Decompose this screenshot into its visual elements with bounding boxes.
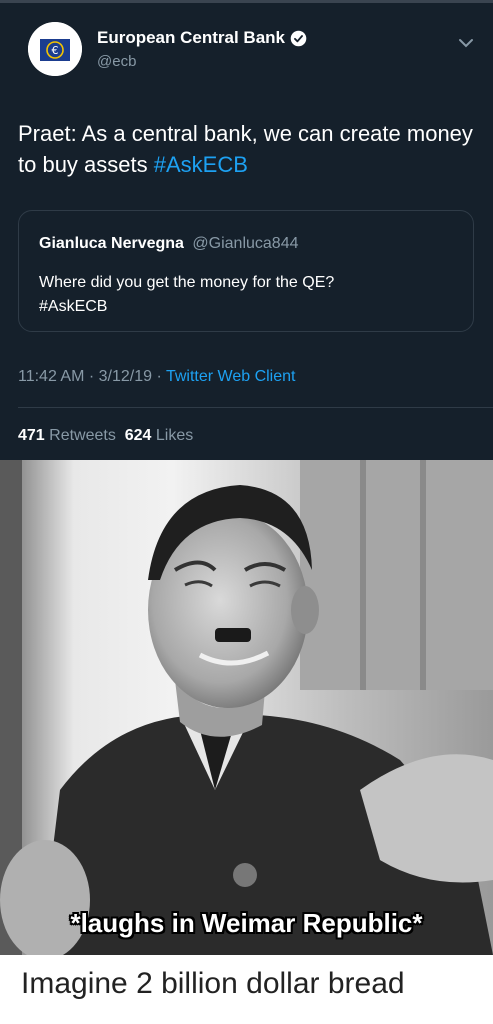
meme-photo xyxy=(0,460,493,955)
verified-badge-icon xyxy=(290,30,307,46)
account-name[interactable]: European Central Bank xyxy=(97,28,285,48)
top-border xyxy=(0,0,493,3)
divider xyxy=(18,407,493,408)
meme-caption: *laughs in Weimar Republic* xyxy=(70,908,423,938)
account-name-row[interactable]: European Central Bank xyxy=(97,28,307,48)
ecb-logo-icon[interactable]: € xyxy=(28,22,82,76)
svg-text:€: € xyxy=(52,44,59,57)
quoted-author-handle: @Gianluca844 xyxy=(192,235,299,252)
quoted-author-name: Gianluca Nervegna xyxy=(39,235,184,252)
quoted-author-row: Gianluca Nervegna @Gianluca844 xyxy=(39,235,299,253)
tweet-client-link[interactable]: Twitter Web Client xyxy=(166,368,296,385)
tweet-card: € European Central Bank @ecb Praet: As a… xyxy=(0,0,493,460)
likes-count[interactable]: 624 xyxy=(125,427,152,444)
quoted-text: Where did you get the money for the QE? xyxy=(39,274,335,291)
tweet-stats: 471 Retweets 624 Likes xyxy=(18,427,193,445)
quoted-text-block: Where did you get the money for the QE? … xyxy=(39,271,459,319)
tweet-meta: 11:42 AM · 3/12/19 · Twitter Web Client xyxy=(18,368,295,386)
footer-caption: Imagine 2 billion dollar bread xyxy=(21,967,405,1000)
tweet-text: Praet: As a central bank, we can create … xyxy=(18,118,478,180)
likes-label[interactable]: Likes xyxy=(151,427,193,444)
quoted-tweet[interactable]: Gianluca Nervegna @Gianluca844 Where did… xyxy=(18,210,474,332)
chevron-down-icon[interactable] xyxy=(457,34,475,52)
account-handle[interactable]: @ecb xyxy=(97,53,136,70)
retweets-label[interactable]: Retweets xyxy=(45,427,125,444)
quoted-hashtag: #AskECB xyxy=(39,298,108,315)
retweets-count[interactable]: 471 xyxy=(18,427,45,444)
tweet-timestamp: 11:42 AM · 3/12/19 · xyxy=(18,368,166,385)
tweet-hashtag[interactable]: #AskECB xyxy=(154,152,248,177)
